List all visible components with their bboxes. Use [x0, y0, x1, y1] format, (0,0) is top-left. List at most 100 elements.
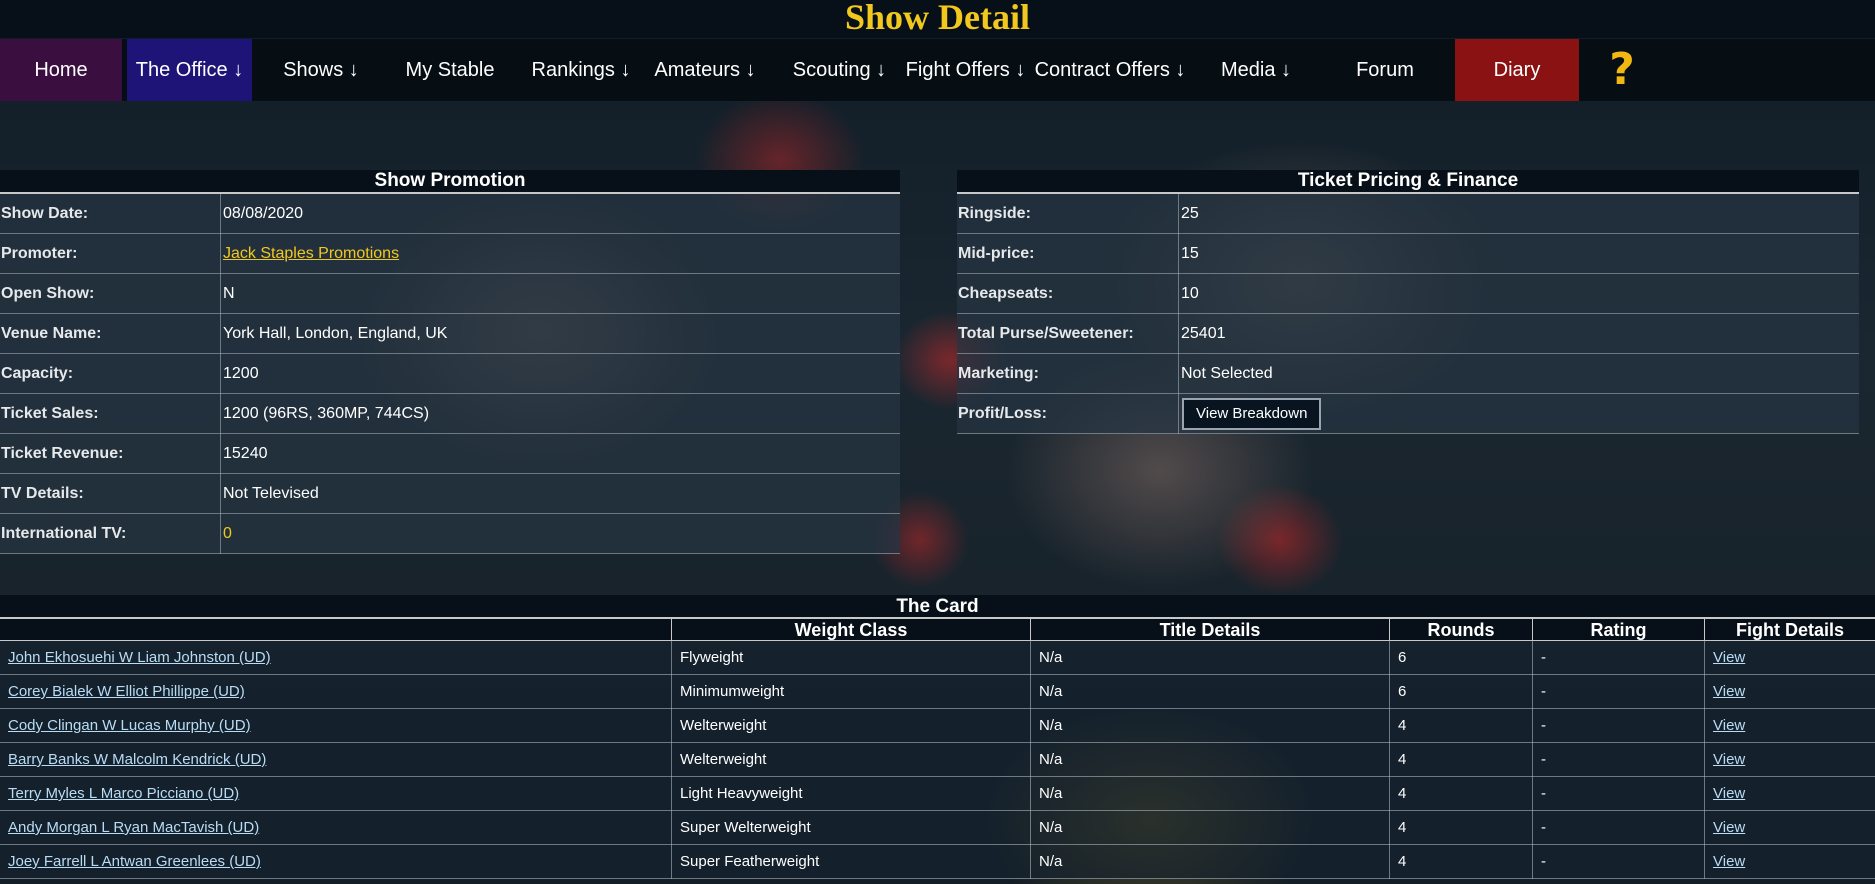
rounds-cell: 4 [1389, 777, 1532, 811]
weight-class-cell: Flyweight [671, 641, 1030, 675]
col-fight-details: Fight Details [1704, 619, 1875, 641]
table-row: John Ekhosuehi W Liam Johnston (UD) Flyw… [0, 641, 1875, 675]
promoter-link[interactable]: Jack Staples Promotions [221, 234, 399, 274]
promo-ticket-sales-value: 1200 (96RS, 360MP, 744CS) [223, 405, 430, 422]
title-details-cell: N/a [1030, 777, 1389, 811]
promo-label: Ticket Sales: [1, 405, 99, 422]
finance-total-purse-value: 25401 [1181, 325, 1226, 342]
promo-label: Promoter: [1, 245, 78, 262]
finance-ringside-value: 25 [1181, 205, 1199, 222]
rating-cell: - [1532, 743, 1704, 777]
page-title: Show Detail [0, 0, 1875, 38]
promo-row-promoter: Promoter: Jack Staples Promotions [0, 234, 900, 274]
promo-international-tv-value: 0 [223, 525, 232, 542]
col-rounds: Rounds [1389, 619, 1532, 641]
finance-label: Profit/Loss: [958, 405, 1047, 422]
bout-link[interactable]: Terry Myles L Marco Picciano (UD) [8, 785, 239, 802]
nav-contract-offers[interactable]: Contract Offers ↓ [1030, 39, 1190, 101]
ticket-finance-panel: Ticket Pricing & Finance Ringside: 25 Mi… [957, 170, 1859, 434]
finance-row-marketing: Marketing: Not Selected [957, 354, 1859, 394]
bout-link[interactable]: Barry Banks W Malcolm Kendrick (UD) [8, 751, 266, 768]
nav-the-office[interactable]: The Office ↓ [127, 39, 252, 101]
bout-link[interactable]: Joey Farrell L Antwan Greenlees (UD) [8, 853, 261, 870]
view-fight-link[interactable]: View [1713, 649, 1745, 666]
title-details-cell: N/a [1030, 743, 1389, 777]
promo-capacity-value: 1200 [223, 365, 259, 382]
table-row: Corey Bialek W Elliot Phillippe (UD) Min… [0, 675, 1875, 709]
rounds-cell: 6 [1389, 675, 1532, 709]
fight-card-title: The Card [0, 595, 1875, 619]
nav-fight-offers[interactable]: Fight Offers ↓ [903, 39, 1028, 101]
nav-diary[interactable]: Diary [1455, 39, 1579, 101]
finance-label: Mid-price: [958, 245, 1035, 262]
view-fight-link[interactable]: View [1713, 717, 1745, 734]
rating-cell: - [1532, 641, 1704, 675]
finance-label: Ringside: [958, 205, 1031, 222]
table-row: Joey Farrell L Antwan Greenlees (UD) Sup… [0, 845, 1875, 879]
view-fight-link[interactable]: View [1713, 683, 1745, 700]
title-details-cell: N/a [1030, 675, 1389, 709]
promo-label: Show Date: [1, 205, 89, 222]
rounds-cell: 6 [1389, 641, 1532, 675]
view-fight-link[interactable]: View [1713, 819, 1745, 836]
rating-cell: - [1532, 845, 1704, 879]
nav-amateurs[interactable]: Amateurs ↓ [650, 39, 760, 101]
bout-link[interactable]: John Ekhosuehi W Liam Johnston (UD) [8, 649, 271, 666]
table-row: Cody Clingan W Lucas Murphy (UD) Welterw… [0, 709, 1875, 743]
view-fight-link[interactable]: View [1713, 853, 1745, 870]
weight-class-cell: Super Welterweight [671, 811, 1030, 845]
table-row: Barry Banks W Malcolm Kendrick (UD) Welt… [0, 743, 1875, 777]
main-nav: Home The Office ↓ Shows ↓ My Stable Rank… [0, 39, 1875, 101]
nav-forum[interactable]: Forum [1330, 39, 1440, 101]
promo-tv-details-value: Not Televised [223, 485, 319, 502]
promo-label: Venue Name: [1, 325, 102, 342]
weight-class-cell: Welterweight [671, 709, 1030, 743]
view-fight-link[interactable]: View [1713, 785, 1745, 802]
finance-label: Total Purse/Sweetener: [958, 325, 1134, 342]
rounds-cell: 4 [1389, 743, 1532, 777]
promo-row-tv-details: TV Details: Not Televised [0, 474, 900, 514]
col-bout [0, 619, 671, 641]
weight-class-cell: Light Heavyweight [671, 777, 1030, 811]
rounds-cell: 4 [1389, 845, 1532, 879]
finance-row-profit-loss: Profit/Loss: View Breakdown [957, 394, 1859, 434]
promo-label: Ticket Revenue: [1, 445, 124, 462]
nav-my-stable[interactable]: My Stable [390, 39, 510, 101]
nav-rankings[interactable]: Rankings ↓ [520, 39, 642, 101]
promo-venue-value: York Hall, London, England, UK [223, 325, 448, 342]
nav-home[interactable]: Home [0, 39, 122, 101]
rating-cell: - [1532, 675, 1704, 709]
finance-marketing-value: Not Selected [1181, 365, 1273, 382]
rating-cell: - [1532, 777, 1704, 811]
bout-link[interactable]: Corey Bialek W Elliot Phillippe (UD) [8, 683, 245, 700]
finance-label: Marketing: [958, 365, 1039, 382]
finance-row-mid-price: Mid-price: 15 [957, 234, 1859, 274]
table-row: Terry Myles L Marco Picciano (UD) Light … [0, 777, 1875, 811]
rating-cell: - [1532, 811, 1704, 845]
promo-ticket-revenue-value: 15240 [223, 445, 268, 462]
finance-mid-price-value: 15 [1181, 245, 1199, 262]
rounds-cell: 4 [1389, 811, 1532, 845]
promo-label: Capacity: [1, 365, 74, 382]
bout-link[interactable]: Cody Clingan W Lucas Murphy (UD) [8, 717, 251, 734]
nav-scouting[interactable]: Scouting ↓ [782, 39, 897, 101]
promo-label: Open Show: [1, 285, 95, 302]
col-title-details: Title Details [1030, 619, 1389, 641]
title-details-cell: N/a [1030, 641, 1389, 675]
help-icon[interactable]: ? [1600, 45, 1644, 95]
promo-row-ticket-sales: Ticket Sales: 1200 (96RS, 360MP, 744CS) [0, 394, 900, 434]
promo-label: International TV: [1, 525, 127, 542]
weight-class-cell: Minimumweight [671, 675, 1030, 709]
bout-link[interactable]: Andy Morgan L Ryan MacTavish (UD) [8, 819, 259, 836]
weight-class-cell: Super Featherweight [671, 845, 1030, 879]
view-fight-link[interactable]: View [1713, 751, 1745, 768]
promo-row-venue: Venue Name: York Hall, London, England, … [0, 314, 900, 354]
view-breakdown-button[interactable]: View Breakdown [1182, 398, 1322, 430]
table-row: Andy Morgan L Ryan MacTavish (UD) Super … [0, 811, 1875, 845]
promo-row-ticket-revenue: Ticket Revenue: 15240 [0, 434, 900, 474]
finance-row-ringside: Ringside: 25 [957, 194, 1859, 234]
finance-row-total-purse: Total Purse/Sweetener: 25401 [957, 314, 1859, 354]
nav-shows[interactable]: Shows ↓ [262, 39, 380, 101]
promo-row-international-tv: International TV: 0 [0, 514, 900, 554]
nav-media[interactable]: Media ↓ [1200, 39, 1312, 101]
